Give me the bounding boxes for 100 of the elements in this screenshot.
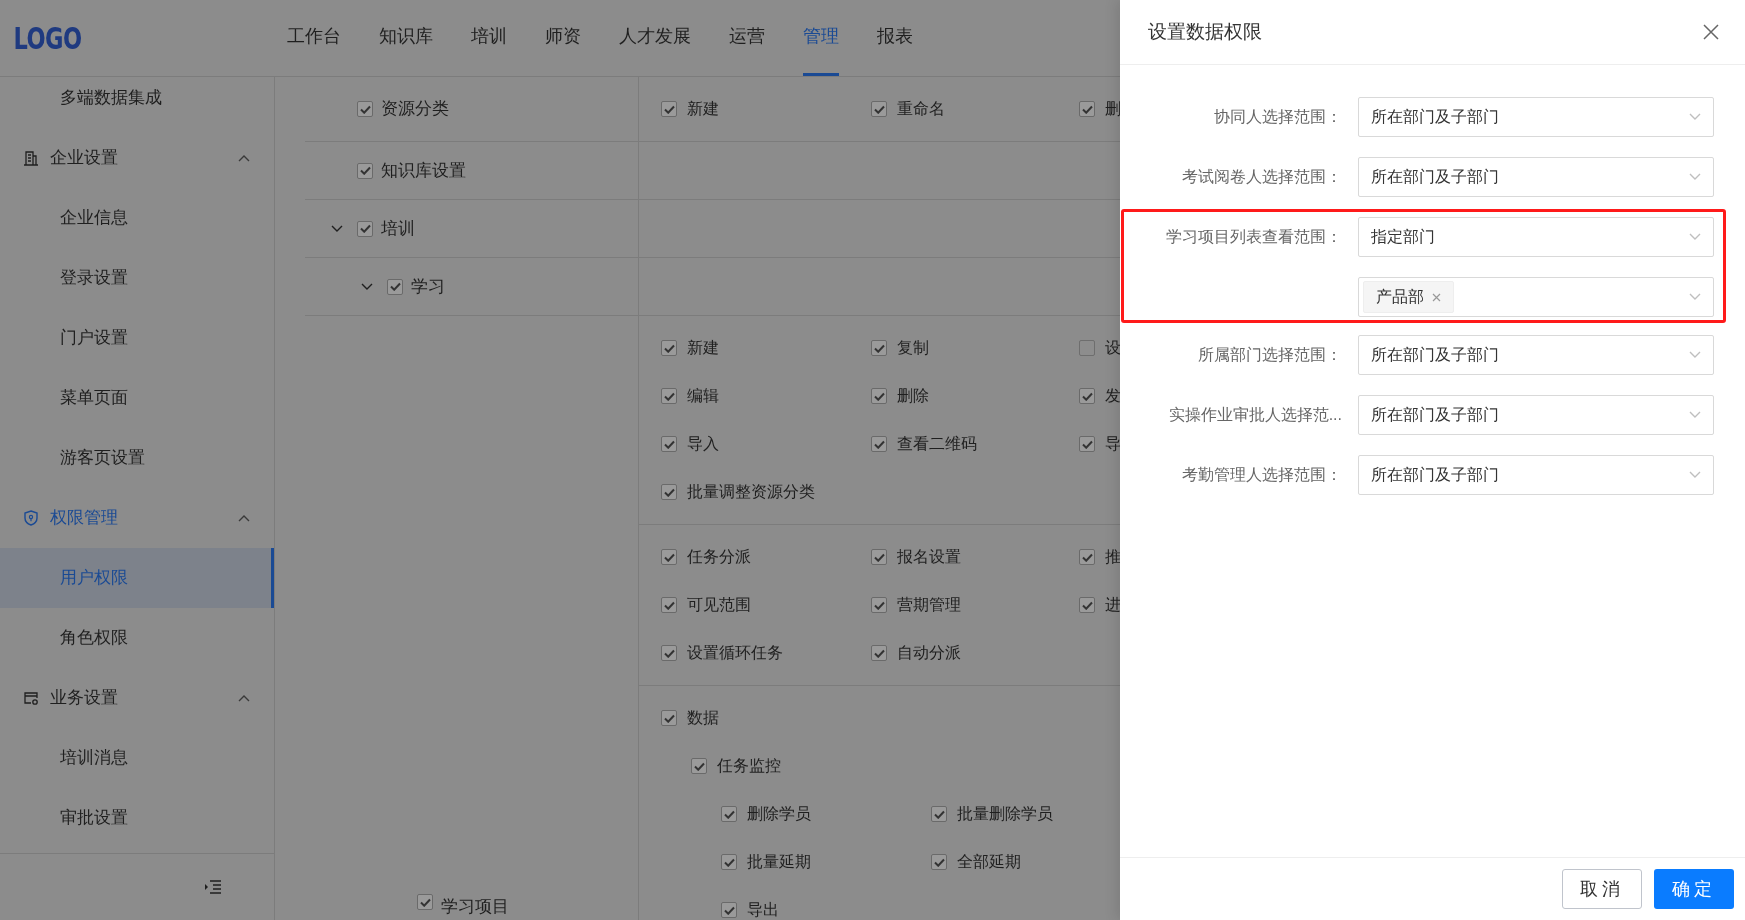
- checkbox[interactable]: [1079, 597, 1095, 613]
- permission-label: 设: [1105, 338, 1120, 358]
- checkbox[interactable]: [721, 902, 737, 918]
- checkmark-icon: [1081, 600, 1093, 610]
- nav-tab[interactable]: 运营: [729, 0, 765, 76]
- checkbox[interactable]: [931, 806, 947, 822]
- checkbox[interactable]: [661, 340, 677, 356]
- checkbox[interactable]: [871, 549, 887, 565]
- sidebar-item[interactable]: 门户设置: [0, 308, 274, 368]
- permission-label: 新建: [687, 338, 719, 358]
- sidebar-item[interactable]: 游客页设置: [0, 428, 274, 488]
- checkbox[interactable]: [871, 101, 887, 117]
- checkmark-icon: [873, 391, 885, 401]
- confirm-button[interactable]: 确定: [1654, 869, 1734, 909]
- checkbox[interactable]: [721, 854, 737, 870]
- checkbox[interactable]: [661, 101, 677, 117]
- cancel-button[interactable]: 取消: [1562, 869, 1642, 909]
- chevron-down-icon: [331, 224, 343, 233]
- drawer-title: 设置数据权限: [1148, 19, 1262, 44]
- select-field[interactable]: 所在部门及子部门: [1358, 335, 1714, 375]
- checkbox[interactable]: [1079, 436, 1095, 452]
- checkbox[interactable]: [661, 645, 677, 661]
- chevron-down-icon: [1689, 471, 1701, 479]
- checkbox[interactable]: [1079, 388, 1095, 404]
- checkbox[interactable]: [1079, 101, 1095, 117]
- nav-tab[interactable]: 知识库: [379, 0, 433, 76]
- tree-node-label: 资源分类: [381, 98, 449, 121]
- checkbox[interactable]: [357, 162, 373, 179]
- nav-tab[interactable]: 师资: [545, 0, 581, 76]
- nav-tab[interactable]: 人才发展: [619, 0, 691, 76]
- checkmark-icon: [663, 648, 675, 658]
- nav-tab[interactable]: 培训: [471, 0, 507, 76]
- checkbox[interactable]: [357, 101, 373, 117]
- tree-node-label: 学习: [411, 275, 445, 298]
- sidebar-group[interactable]: 企业设置: [0, 128, 274, 188]
- checkbox[interactable]: [387, 278, 403, 295]
- nav-tab[interactable]: 管理: [803, 0, 839, 76]
- select-field[interactable]: 指定部门: [1358, 217, 1714, 257]
- checkbox[interactable]: [871, 597, 887, 613]
- nav-tab[interactable]: 报表: [877, 0, 913, 76]
- checkmark-icon: [359, 166, 371, 175]
- chevron-up-icon: [238, 514, 250, 522]
- checkmark-icon: [359, 104, 371, 114]
- permission-label: 可见范围: [687, 595, 751, 615]
- nav-tab[interactable]: 工作台: [287, 0, 341, 76]
- checkbox[interactable]: [721, 806, 737, 822]
- field-label: 考勤管理人选择范围：: [1182, 466, 1342, 483]
- chevron-down-icon: [361, 282, 373, 291]
- checkmark-icon: [723, 905, 735, 915]
- close-icon[interactable]: [1703, 24, 1719, 40]
- permission-label: 设置循环任务: [687, 643, 783, 663]
- close-icon[interactable]: [1432, 292, 1441, 302]
- permission-label: 报名设置: [897, 547, 961, 567]
- sidebar-group[interactable]: 权限管理: [0, 488, 274, 548]
- checkbox[interactable]: [871, 436, 887, 452]
- checkbox[interactable]: [357, 220, 373, 237]
- permission-label: 删除学员: [747, 804, 811, 824]
- permission-label: 任务分派: [687, 547, 751, 567]
- sidebar-item[interactable]: 企业信息: [0, 188, 274, 248]
- checkmark-icon: [1081, 391, 1093, 401]
- sidebar-item[interactable]: 登录设置: [0, 248, 274, 308]
- collapse-menu-icon[interactable]: [204, 880, 222, 894]
- permission-label: 数据: [687, 708, 719, 728]
- checkbox[interactable]: [661, 597, 677, 613]
- checkmark-icon: [873, 648, 885, 658]
- select-field[interactable]: 所在部门及子部门: [1358, 97, 1714, 137]
- checkmark-icon: [873, 104, 885, 114]
- checkbox[interactable]: [661, 436, 677, 452]
- permission-label: 发: [1105, 386, 1120, 406]
- sidebar-group[interactable]: 业务设置: [0, 668, 274, 728]
- chevron-up-icon: [238, 154, 250, 162]
- sidebar-item[interactable]: 角色权限: [0, 608, 274, 668]
- checkbox[interactable]: [1079, 549, 1095, 565]
- select-field[interactable]: 产品部: [1358, 277, 1714, 317]
- checkmark-icon: [1081, 552, 1093, 562]
- field-label: 实操作业审批人选择范...: [1168, 406, 1342, 423]
- checkbox[interactable]: [871, 340, 887, 356]
- permission-label: 营期管理: [897, 595, 961, 615]
- checkbox[interactable]: [691, 758, 707, 774]
- checkbox[interactable]: [417, 894, 433, 910]
- select-field[interactable]: 所在部门及子部门: [1358, 157, 1714, 197]
- tree-node-label: 知识库设置: [381, 159, 466, 182]
- checkbox[interactable]: [661, 388, 677, 404]
- checkbox[interactable]: [661, 710, 677, 726]
- chevron-down-icon: [1689, 113, 1701, 121]
- checkbox[interactable]: [1079, 340, 1095, 356]
- checkbox[interactable]: [871, 388, 887, 404]
- checkbox[interactable]: [661, 549, 677, 565]
- select-field[interactable]: 所在部门及子部门: [1358, 395, 1714, 435]
- sidebar-item[interactable]: 菜单页面: [0, 368, 274, 428]
- select-field[interactable]: 所在部门及子部门: [1358, 455, 1714, 495]
- sidebar-item[interactable]: 多端数据集成: [0, 77, 274, 128]
- sidebar-item[interactable]: 培训消息: [0, 728, 274, 788]
- checkmark-icon: [663, 713, 675, 723]
- checkbox[interactable]: [931, 854, 947, 870]
- checkbox[interactable]: [661, 484, 677, 500]
- checkbox[interactable]: [871, 645, 887, 661]
- checkmark-icon: [663, 439, 675, 449]
- group-label: 权限管理: [50, 507, 119, 530]
- sidebar-item[interactable]: 审批设置: [0, 788, 274, 848]
